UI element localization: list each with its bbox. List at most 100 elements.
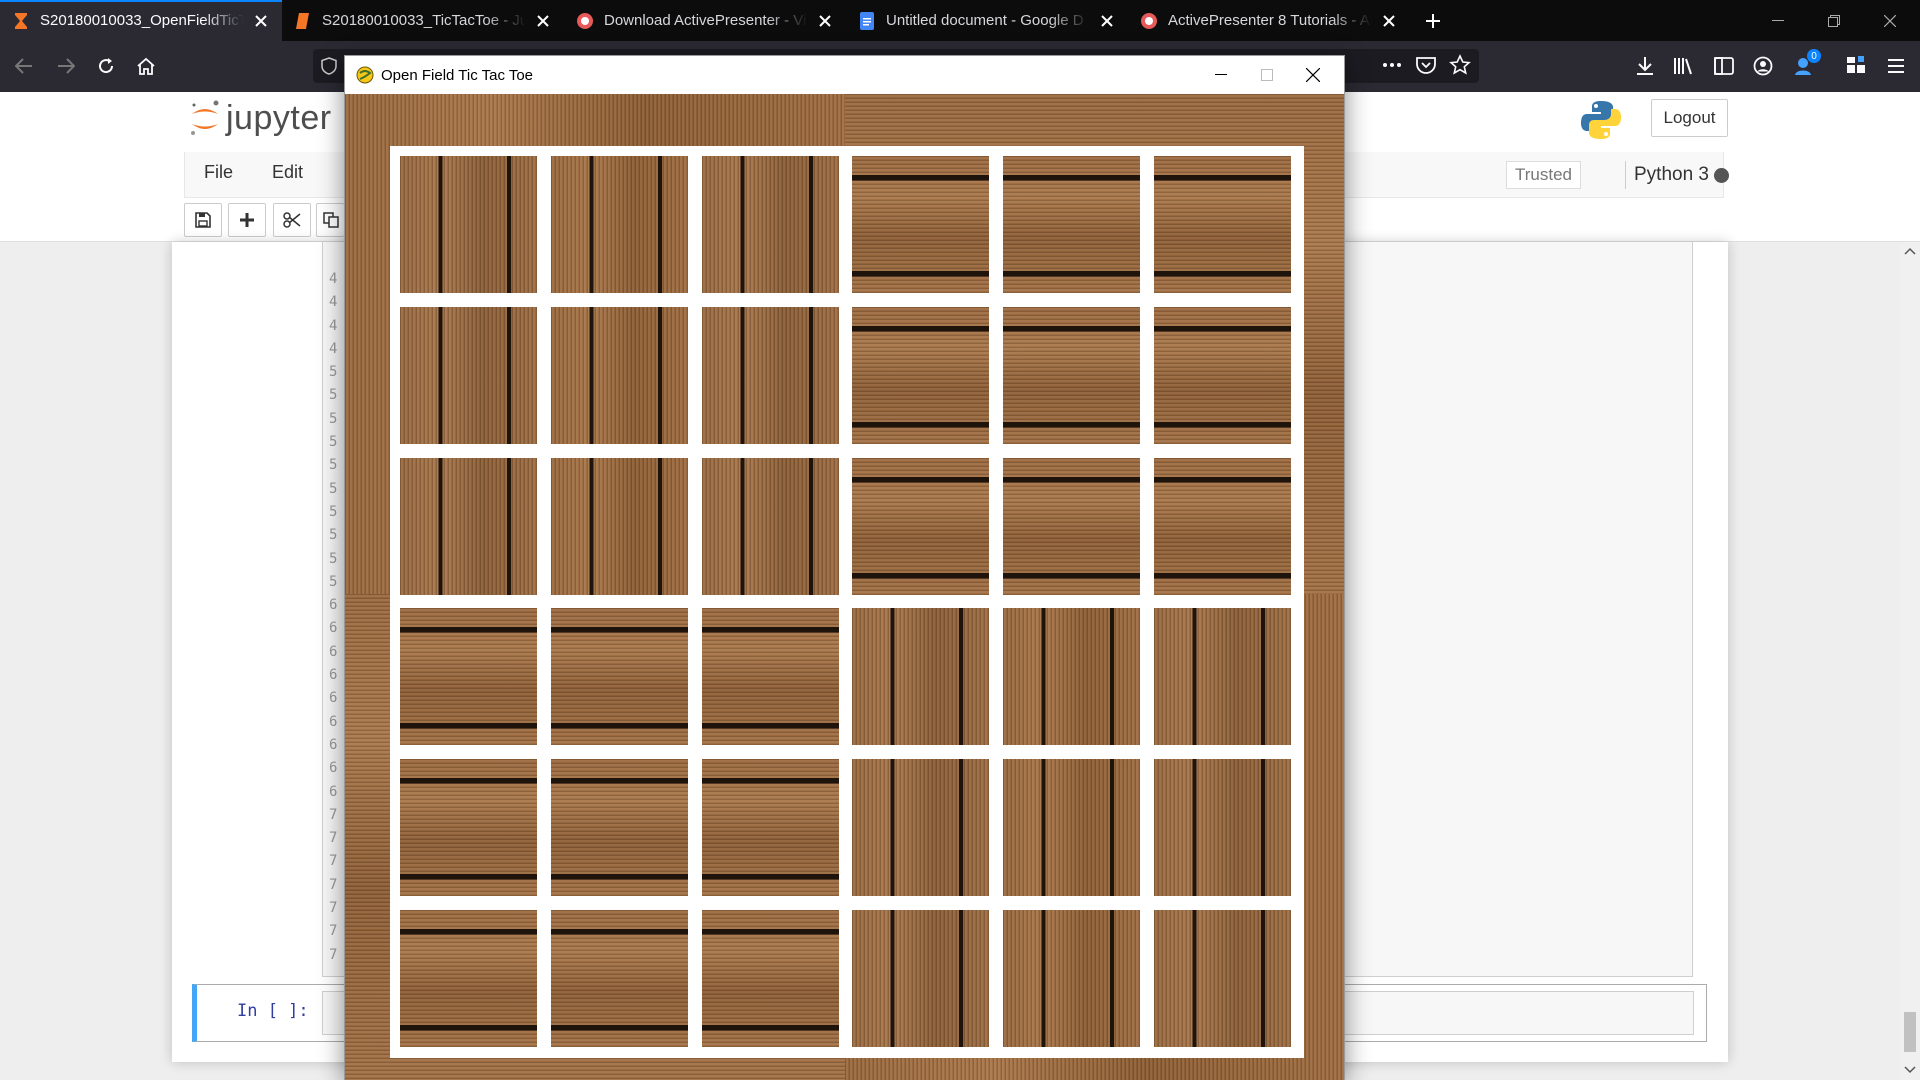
notebook-icon	[294, 12, 312, 30]
close-icon[interactable]	[1098, 12, 1116, 30]
board-cell[interactable]	[701, 910, 839, 1047]
scroll-up-icon[interactable]	[1900, 244, 1920, 260]
board-cell[interactable]	[400, 156, 537, 293]
board-cell[interactable]	[701, 306, 839, 444]
menu-file[interactable]: File	[204, 162, 233, 183]
jupyter-logo-icon	[191, 100, 219, 135]
board-cell[interactable]	[852, 457, 990, 595]
board-cell[interactable]	[400, 759, 537, 897]
board-cell[interactable]	[1003, 457, 1141, 595]
addons-button[interactable]	[1838, 48, 1874, 84]
logout-button[interactable]: Logout	[1651, 99, 1728, 137]
downloads-button[interactable]	[1627, 48, 1663, 84]
insert-cell-button[interactable]	[228, 203, 266, 237]
pocket-icon[interactable]	[1415, 54, 1437, 81]
scissors-icon	[283, 212, 301, 228]
tab-label: S20180010033_OpenFieldTicTac	[40, 12, 244, 29]
tab-download-activepresenter[interactable]: Download ActivePresenter - Vi	[564, 0, 846, 41]
line-numbers: 444455555555556666666667777777	[329, 271, 338, 963]
notification-badge: 0	[1807, 49, 1821, 63]
jupyter-logo[interactable]: jupyter	[188, 98, 332, 138]
board-cell[interactable]	[701, 457, 839, 595]
board-cell[interactable]	[550, 608, 688, 746]
board-cell[interactable]	[400, 910, 537, 1047]
more-actions-icon[interactable]	[1381, 54, 1403, 81]
board-cell[interactable]	[1154, 457, 1291, 595]
board-cell[interactable]	[400, 457, 537, 595]
board-cell[interactable]	[1003, 156, 1141, 293]
board-cell[interactable]	[400, 608, 537, 746]
home-button[interactable]	[128, 48, 164, 84]
close-icon[interactable]	[816, 12, 834, 30]
new-tab-button[interactable]	[1410, 0, 1456, 41]
close-icon[interactable]	[534, 12, 552, 30]
download-icon	[1637, 57, 1653, 75]
board-cell[interactable]	[701, 608, 839, 746]
board-cell[interactable]	[550, 156, 688, 293]
board-cell[interactable]	[1003, 759, 1141, 897]
game-close-button[interactable]	[1290, 56, 1336, 94]
plus-icon	[1426, 13, 1440, 28]
trusted-indicator[interactable]: Trusted	[1506, 161, 1582, 189]
save-button[interactable]	[184, 203, 222, 237]
tab-label: ActivePresenter 8 Tutorials - At	[1168, 12, 1372, 29]
board-cell[interactable]	[1003, 608, 1141, 746]
board-cell[interactable]	[400, 306, 537, 444]
board-cell[interactable]	[550, 306, 688, 444]
close-icon[interactable]	[252, 12, 270, 30]
tab-activepresenter-tutorials[interactable]: ActivePresenter 8 Tutorials - At	[1128, 0, 1410, 41]
board-cell[interactable]	[852, 306, 990, 444]
board-cell[interactable]	[550, 457, 688, 595]
close-icon[interactable]	[1380, 12, 1398, 30]
reload-button[interactable]	[88, 48, 124, 84]
board-cell[interactable]	[852, 156, 990, 293]
account-button[interactable]	[1745, 48, 1781, 84]
extension-button[interactable]: 0	[1785, 48, 1821, 84]
forward-button[interactable]	[48, 48, 84, 84]
scroll-down-icon[interactable]	[1900, 1062, 1920, 1078]
puzzle-icon	[1847, 56, 1865, 73]
board-cell[interactable]	[550, 910, 688, 1047]
bookmark-star-icon[interactable]	[1449, 54, 1471, 81]
game-window: Open Field Tic Tac Toe	[344, 55, 1345, 1080]
board-cell[interactable]	[1154, 910, 1291, 1047]
copy-icon	[322, 212, 339, 228]
tab-google-docs[interactable]: Untitled document - Google D	[846, 0, 1128, 41]
game-surface[interactable]	[345, 94, 1344, 1080]
board-cell[interactable]	[852, 608, 990, 746]
jupyter-logo-text: jupyter	[226, 98, 332, 137]
game-minimize-button[interactable]	[1198, 56, 1244, 94]
kernel-status-icon	[1714, 168, 1729, 183]
browser-restore-button[interactable]	[1806, 0, 1862, 41]
menu-button[interactable]	[1878, 48, 1914, 84]
sidebar-button[interactable]	[1706, 48, 1742, 84]
tab-tictactoe-jupyter[interactable]: S20180010033_TicTacToe - Jup	[282, 0, 564, 41]
copy-button[interactable]	[316, 203, 344, 237]
menu-edit[interactable]: Edit	[272, 162, 303, 183]
board-cell[interactable]	[852, 759, 990, 897]
board-cell[interactable]	[1154, 759, 1291, 897]
cut-button[interactable]	[273, 203, 311, 237]
board-cell[interactable]	[1154, 306, 1291, 444]
board-cell[interactable]	[1003, 306, 1141, 444]
board-cell[interactable]	[1154, 608, 1291, 746]
board-cell[interactable]	[550, 759, 688, 897]
shield-icon[interactable]	[321, 57, 337, 80]
google-docs-icon	[858, 11, 876, 30]
game-window-titlebar[interactable]: Open Field Tic Tac Toe	[345, 56, 1344, 94]
tab-openfield-tictactoe[interactable]: S20180010033_OpenFieldTicTac	[0, 0, 282, 41]
board-cell[interactable]	[1003, 910, 1141, 1047]
home-icon	[137, 57, 155, 75]
library-button[interactable]	[1666, 48, 1702, 84]
board-cell[interactable]	[1154, 156, 1291, 293]
account-icon	[1753, 56, 1773, 76]
browser-minimize-button[interactable]	[1750, 0, 1806, 41]
board-cell[interactable]	[852, 910, 990, 1047]
page-scrollbar[interactable]	[1900, 242, 1920, 1080]
back-button[interactable]	[6, 48, 42, 84]
board-cell[interactable]	[701, 156, 839, 293]
sidebar-icon	[1714, 57, 1734, 75]
board-cell[interactable]	[701, 759, 839, 897]
browser-close-button[interactable]	[1862, 0, 1918, 41]
scroll-thumb[interactable]	[1904, 1012, 1916, 1052]
